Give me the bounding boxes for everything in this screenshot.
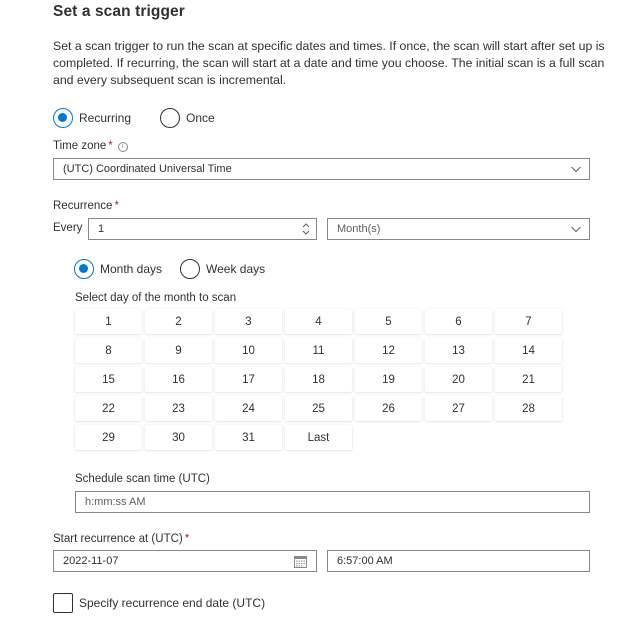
time-zone-dropdown[interactable]: (UTC) Coordinated Universal Time [53,158,590,180]
day-cell-24[interactable]: 24 [215,396,282,421]
day-cell-26[interactable]: 26 [355,396,422,421]
radio-recurring-label: Recurring [79,111,132,125]
day-cell-27[interactable]: 27 [425,396,492,421]
schedule-time-placeholder: h:mm:ss AM [85,496,146,508]
interval-value: 1 [98,223,105,235]
start-date-picker[interactable]: 2022-11-07 [53,550,317,572]
radio-week-days[interactable]: Week days [180,259,265,279]
day-cell-11[interactable]: 11 [285,338,352,363]
radio-once[interactable]: Once [160,108,215,128]
recurrence-interval-spinbutton[interactable]: 1 [88,218,317,240]
day-cell-20[interactable]: 20 [425,367,492,392]
start-recurrence-label-text: Start recurrence at (UTC) [53,533,183,545]
day-cell-19[interactable]: 19 [355,367,422,392]
schedule-time-input[interactable]: h:mm:ss AM [75,491,590,513]
start-time-input[interactable]: 6:57:00 AM [327,550,590,572]
required-asterisk: * [184,533,190,545]
day-cell-7[interactable]: 7 [495,309,562,334]
day-cell-5[interactable]: 5 [355,309,422,334]
radio-selected-icon [74,259,94,279]
required-asterisk: * [114,200,119,212]
time-zone-value: (UTC) Coordinated Universal Time [63,163,232,175]
spin-arrows-icon[interactable] [301,221,311,237]
day-cell-12[interactable]: 12 [355,338,422,363]
radio-recurring[interactable]: Recurring [53,108,131,128]
day-cell-31[interactable]: 31 [215,425,282,450]
end-date-checkbox[interactable] [53,593,73,613]
section-title: Set a scan trigger [53,3,185,20]
time-zone-label: Time zone * i [53,140,128,152]
day-cell-6[interactable]: 6 [425,309,492,334]
recurrence-label: Recurrence * [53,200,119,212]
radio-month-days-label: Month days [100,262,163,276]
chevron-down-icon [571,226,581,233]
month-day-grid: 1 2 3 4 5 6 7 8 9 10 11 12 13 14 15 16 17 18 19 20 21 22 23 24 2… [75,309,562,450]
end-date-checkbox-row[interactable]: Specify recurrence end date (UTC) [53,593,265,613]
day-cell-1[interactable]: 1 [75,309,142,334]
start-recurrence-label: Start recurrence at (UTC) * [53,533,189,545]
chevron-down-icon [571,166,581,173]
info-icon[interactable]: i [117,142,128,152]
schedule-time-label: Schedule scan time (UTC) [75,473,210,485]
radio-unselected-icon [180,259,200,279]
day-cell-17[interactable]: 17 [215,367,282,392]
day-cell-last[interactable]: Last [285,425,352,450]
day-cell-25[interactable]: 25 [285,396,352,421]
select-day-label: Select day of the month to scan [75,292,237,304]
day-cell-28[interactable]: 28 [495,396,562,421]
day-cell-3[interactable]: 3 [215,309,282,334]
required-asterisk: * [108,140,113,152]
day-cell-29[interactable]: 29 [75,425,142,450]
radio-week-days-label: Week days [206,262,266,276]
day-cell-4[interactable]: 4 [285,309,352,334]
every-label: Every [53,222,83,234]
day-cell-15[interactable]: 15 [75,367,142,392]
calendar-icon[interactable] [294,555,307,568]
day-cell-13[interactable]: 13 [425,338,492,363]
day-cell-10[interactable]: 10 [215,338,282,363]
time-zone-label-text: Time zone [53,140,107,152]
recurrence-label-text: Recurrence [53,200,113,212]
day-cell-2[interactable]: 2 [145,309,212,334]
section-description: Set a scan trigger to run the scan at sp… [53,39,605,87]
recurrence-unit-dropdown[interactable]: Month(s) [327,218,590,240]
day-cell-14[interactable]: 14 [495,338,562,363]
day-cell-30[interactable]: 30 [145,425,212,450]
day-cell-8[interactable]: 8 [75,338,142,363]
radio-once-label: Once [186,111,215,125]
day-cell-23[interactable]: 23 [145,396,212,421]
radio-month-days[interactable]: Month days [74,259,162,279]
end-date-checkbox-label: Specify recurrence end date (UTC) [79,596,266,610]
day-cell-22[interactable]: 22 [75,396,142,421]
start-time-value: 6:57:00 AM [337,555,393,567]
day-cell-16[interactable]: 16 [145,367,212,392]
start-date-value: 2022-11-07 [63,555,119,567]
day-cell-9[interactable]: 9 [145,338,212,363]
unit-value: Month(s) [337,223,381,235]
radio-selected-icon [53,108,73,128]
day-cell-21[interactable]: 21 [495,367,562,392]
day-cell-18[interactable]: 18 [285,367,352,392]
radio-unselected-icon [160,108,180,128]
